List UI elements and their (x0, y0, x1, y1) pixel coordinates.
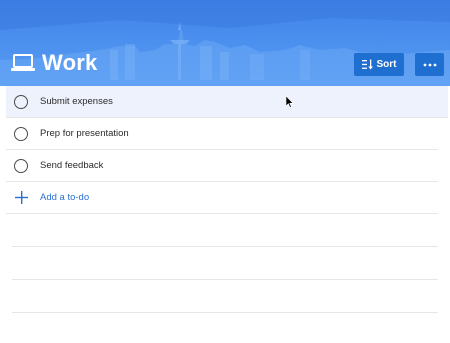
laptop-icon (11, 54, 35, 71)
more-options-icon (423, 63, 436, 66)
list-title: Work (42, 50, 98, 75)
task-complete-checkbox[interactable] (14, 159, 28, 173)
mouse-pointer-icon (286, 96, 294, 108)
sort-icon (361, 59, 373, 70)
plus-icon (15, 191, 28, 204)
task-row[interactable]: Submit expenses (6, 86, 448, 118)
add-task-label: Add a to-do (40, 192, 90, 203)
task-complete-checkbox[interactable] (14, 127, 28, 141)
task-row[interactable]: Prep for presentation (6, 118, 438, 150)
task-label: Send feedback (40, 160, 104, 171)
list-header: Work Sort (0, 0, 450, 86)
sort-button[interactable]: Sort (354, 53, 404, 76)
more-options-button[interactable] (415, 53, 444, 76)
empty-list-divider (12, 279, 438, 280)
sort-button-label: Sort (376, 59, 397, 70)
task-list: Submit expenses Prep for presentation Se… (0, 86, 450, 214)
task-label: Submit expenses (40, 96, 113, 107)
empty-list-divider (12, 312, 438, 313)
empty-list-divider (12, 246, 438, 247)
add-task-row[interactable]: Add a to-do (6, 182, 438, 214)
task-row[interactable]: Send feedback (6, 150, 438, 182)
task-complete-checkbox[interactable] (14, 95, 28, 109)
task-label: Prep for presentation (40, 128, 129, 139)
